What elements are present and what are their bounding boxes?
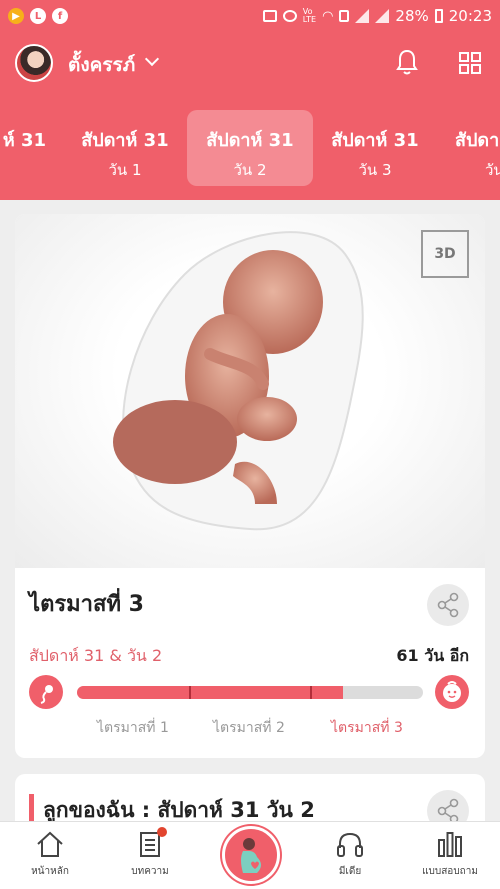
bottom-navigation: หน้าหลัก บทความ มีเดีย แบบสอบถาม — [0, 821, 500, 889]
nav-media[interactable]: มีเดีย — [305, 830, 395, 879]
share-icon — [437, 592, 459, 618]
nav-poll-label: แบบสอบถาม — [422, 866, 478, 877]
nav-pregnancy-center[interactable] — [222, 826, 280, 884]
share-button[interactable] — [427, 584, 469, 626]
nav-articles-label: บทความ — [131, 866, 169, 877]
alarm-icon — [282, 10, 297, 22]
baby-face-icon — [435, 675, 469, 709]
tab-day-label: วัน 2 — [233, 161, 267, 179]
tab-day-label: วัน 1 — [108, 161, 142, 179]
tab-week31-day4[interactable]: สัปดา วัน — [437, 110, 500, 186]
app-notification-icon: ▶ — [8, 8, 24, 24]
tab-week31-day1[interactable]: สัปดาห์ 31 วัน 1 — [62, 110, 188, 186]
pregnancy-progress-bar — [77, 686, 423, 699]
3d-view-button[interactable]: 3D — [421, 230, 469, 278]
nfc-icon — [262, 10, 277, 22]
trimester-3-label: ไตรมาสที่ 3 — [331, 720, 403, 736]
wifi-icon: ◠ — [322, 8, 334, 24]
battery-level: 28% — [395, 7, 429, 25]
sperm-icon — [29, 675, 63, 709]
tab-week-label: สัปดาห์ 31 — [331, 130, 419, 151]
signal-icon-2 — [375, 9, 390, 23]
line-icon: L — [30, 8, 46, 24]
fetus-illustration[interactable]: 3D — [15, 214, 485, 568]
fetus-image — [113, 231, 364, 531]
status-bar: ▶ L f Vo LTE ◠ 28% 20:23 — [0, 0, 500, 32]
trimester-divider — [310, 686, 312, 699]
progress-fill — [77, 686, 344, 699]
tab-week-label: สัปดาห์ 31 — [81, 130, 169, 151]
chevron-down-icon[interactable] — [144, 51, 160, 67]
nav-media-label: มีเดีย — [338, 866, 362, 877]
headphones-icon — [337, 832, 363, 857]
volte-icon: Vo LTE — [302, 7, 317, 24]
trimester-title: ไตรมาสที่ 3 — [29, 592, 144, 617]
day-tabs: ห์ 31 สัปดาห์ 31 วัน 1 สัปดาห์ 31 วัน 2 … — [0, 110, 500, 186]
nav-articles[interactable]: บทความ — [105, 827, 195, 879]
section-accent — [29, 794, 34, 822]
tab-day-label: วัน 3 — [358, 161, 392, 179]
profile-name[interactable]: ตั้งครรภ์ — [68, 50, 135, 80]
bell-icon[interactable] — [395, 48, 419, 76]
trimester-card: 3D ไตรมาสที่ 3 สัปดาห์ 31 & วัน 2 61 วัน… — [15, 214, 485, 758]
facebook-icon: f — [52, 8, 68, 24]
tab-day-label: วัน — [485, 161, 500, 179]
signal-icon — [355, 9, 370, 23]
nav-poll[interactable]: แบบสอบถาม — [405, 830, 495, 879]
tab-week31-day3[interactable]: สัปดาห์ 31 วัน 3 — [312, 110, 438, 186]
tab-week-label: สัปดา — [455, 130, 500, 151]
tab-week31-day0[interactable]: ห์ 31 — [0, 110, 48, 186]
trimester-2-label: ไตรมาสที่ 2 — [213, 720, 285, 736]
clock: 20:23 — [448, 7, 492, 25]
days-remaining: 61 วัน อีก — [396, 646, 469, 665]
tab-week-label: สัปดาห์ 31 — [206, 130, 294, 151]
current-week-day: สัปดาห์ 31 & วัน 2 — [29, 646, 163, 665]
tab-week31-day2[interactable]: สัปดาห์ 31 วัน 2 — [187, 110, 313, 186]
grid-menu-icon[interactable] — [459, 52, 481, 74]
pregnancy-icon — [241, 838, 261, 873]
trimester-1-label: ไตรมาสที่ 1 — [97, 720, 169, 736]
sim-icon — [339, 10, 350, 22]
avatar[interactable] — [15, 44, 53, 82]
tab-week-label: ห์ 31 — [2, 130, 46, 151]
nav-home[interactable]: หน้าหลัก — [5, 830, 95, 879]
nav-home-label: หน้าหลัก — [31, 866, 69, 877]
battery-icon — [434, 9, 443, 23]
trimester-divider — [189, 686, 191, 699]
notification-dot — [157, 827, 167, 837]
poll-icon — [438, 832, 462, 857]
app-header: ตั้งครรภ์ ห์ 31 สัปดาห์ 31 วัน 1 สัปดาห์… — [0, 32, 500, 200]
home-icon — [37, 831, 63, 857]
